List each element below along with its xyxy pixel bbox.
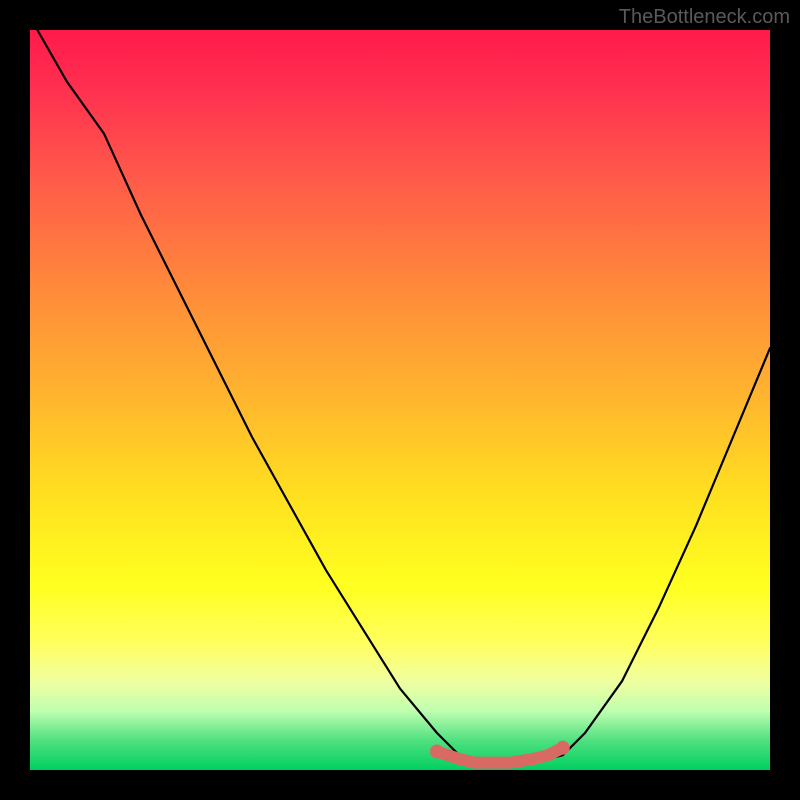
watermark-text: TheBottleneck.com: [619, 6, 790, 29]
chart-plot-area: [30, 30, 770, 770]
optimal-start-dot: [430, 745, 444, 759]
optimal-range-marker: [437, 748, 563, 763]
optimal-end-dot: [556, 741, 570, 755]
chart-svg: [30, 30, 770, 770]
bottleneck-curve-line: [37, 30, 770, 766]
